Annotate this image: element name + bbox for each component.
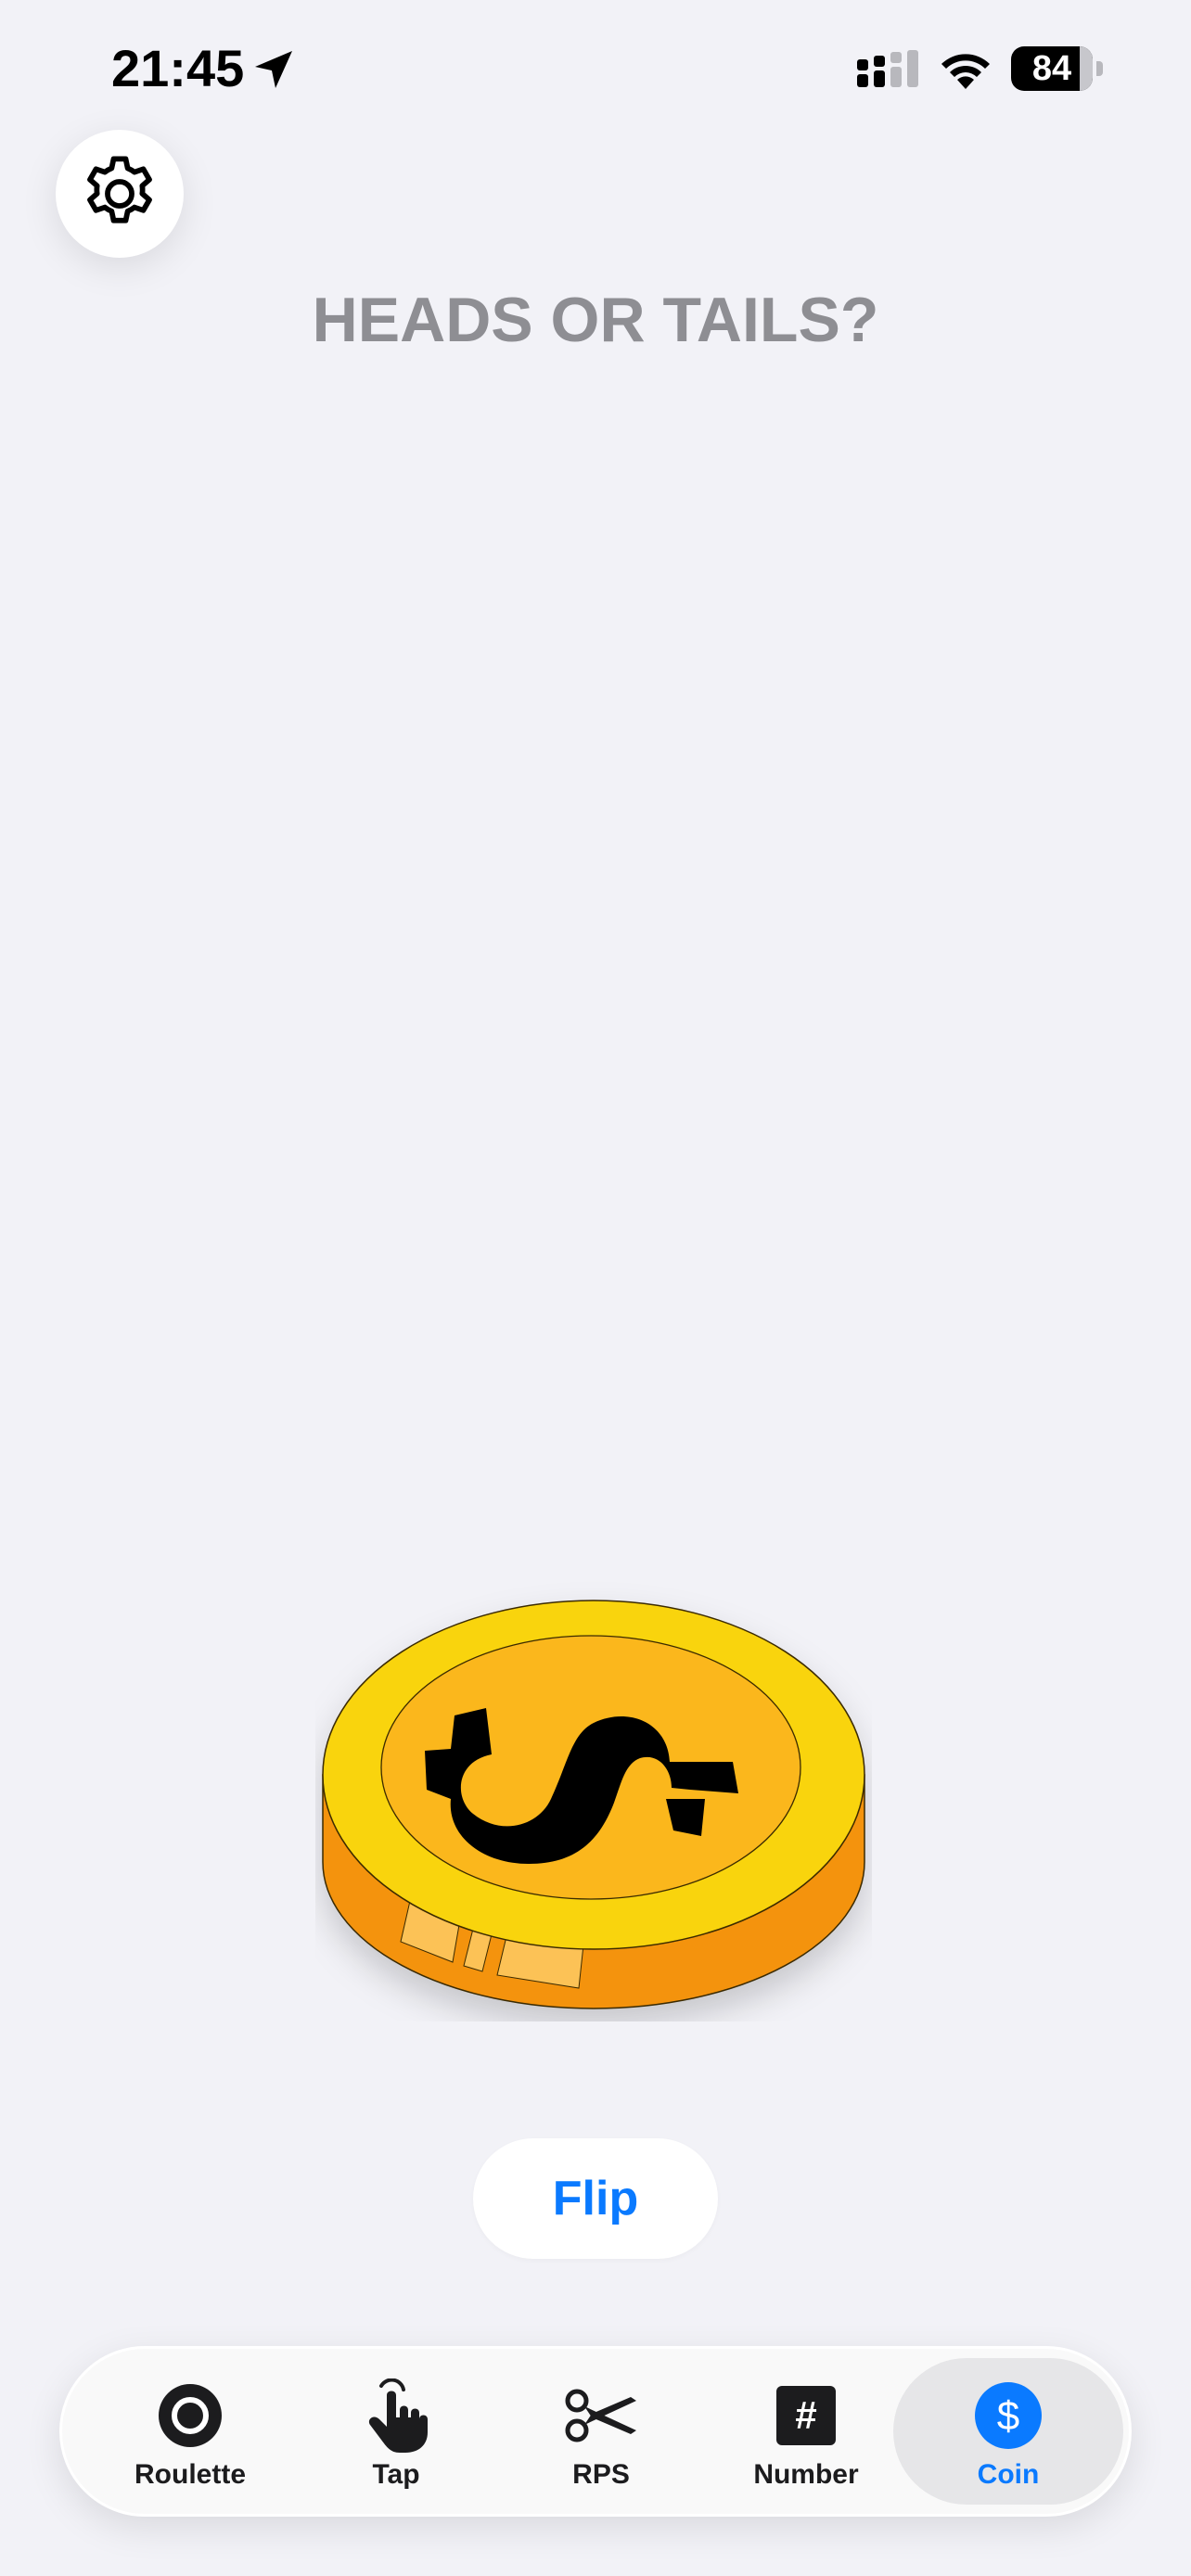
page-title: HEADS OR TAILS? <box>312 285 879 355</box>
dollar-coin-icon: $ <box>975 2382 1042 2449</box>
tab-label: RPS <box>572 2459 630 2490</box>
cellular-signal-icon <box>857 50 918 87</box>
status-time: 21:45 <box>111 39 245 97</box>
hand-tap-icon <box>368 2378 428 2453</box>
roulette-icon <box>159 2384 222 2447</box>
battery-percent: 84 <box>1031 49 1072 88</box>
tab-label: Roulette <box>134 2459 246 2490</box>
battery-body: 84 <box>1011 46 1093 91</box>
coin-illustration[interactable] <box>315 1567 872 2021</box>
svg-text:$: $ <box>997 2393 1019 2439</box>
battery-indicator: 84 <box>1011 46 1104 91</box>
battery-cap <box>1096 61 1103 76</box>
tab-label: Number <box>753 2459 859 2490</box>
gear-icon <box>87 156 152 223</box>
flip-button[interactable]: Flip <box>473 2138 718 2259</box>
tab-bar: Roulette Tap RPS # Number $ Coin <box>59 2346 1132 2517</box>
hash-icon: # <box>776 2386 836 2445</box>
tab-roulette[interactable]: Roulette <box>88 2349 292 2514</box>
tab-label: Tap <box>372 2459 420 2490</box>
settings-button[interactable] <box>56 130 184 258</box>
tab-tap[interactable]: Tap <box>294 2349 498 2514</box>
tab-coin[interactable]: $ Coin <box>906 2349 1110 2514</box>
tab-rps[interactable]: RPS <box>499 2349 703 2514</box>
svg-text:#: # <box>795 2393 816 2437</box>
status-bar: 21:45 84 <box>0 0 1191 139</box>
tab-number[interactable]: # Number <box>704 2349 908 2514</box>
scissors-icon <box>565 2389 636 2442</box>
location-arrow-icon <box>255 51 292 88</box>
wifi-icon <box>941 54 990 89</box>
tab-label: Coin <box>977 2459 1040 2490</box>
